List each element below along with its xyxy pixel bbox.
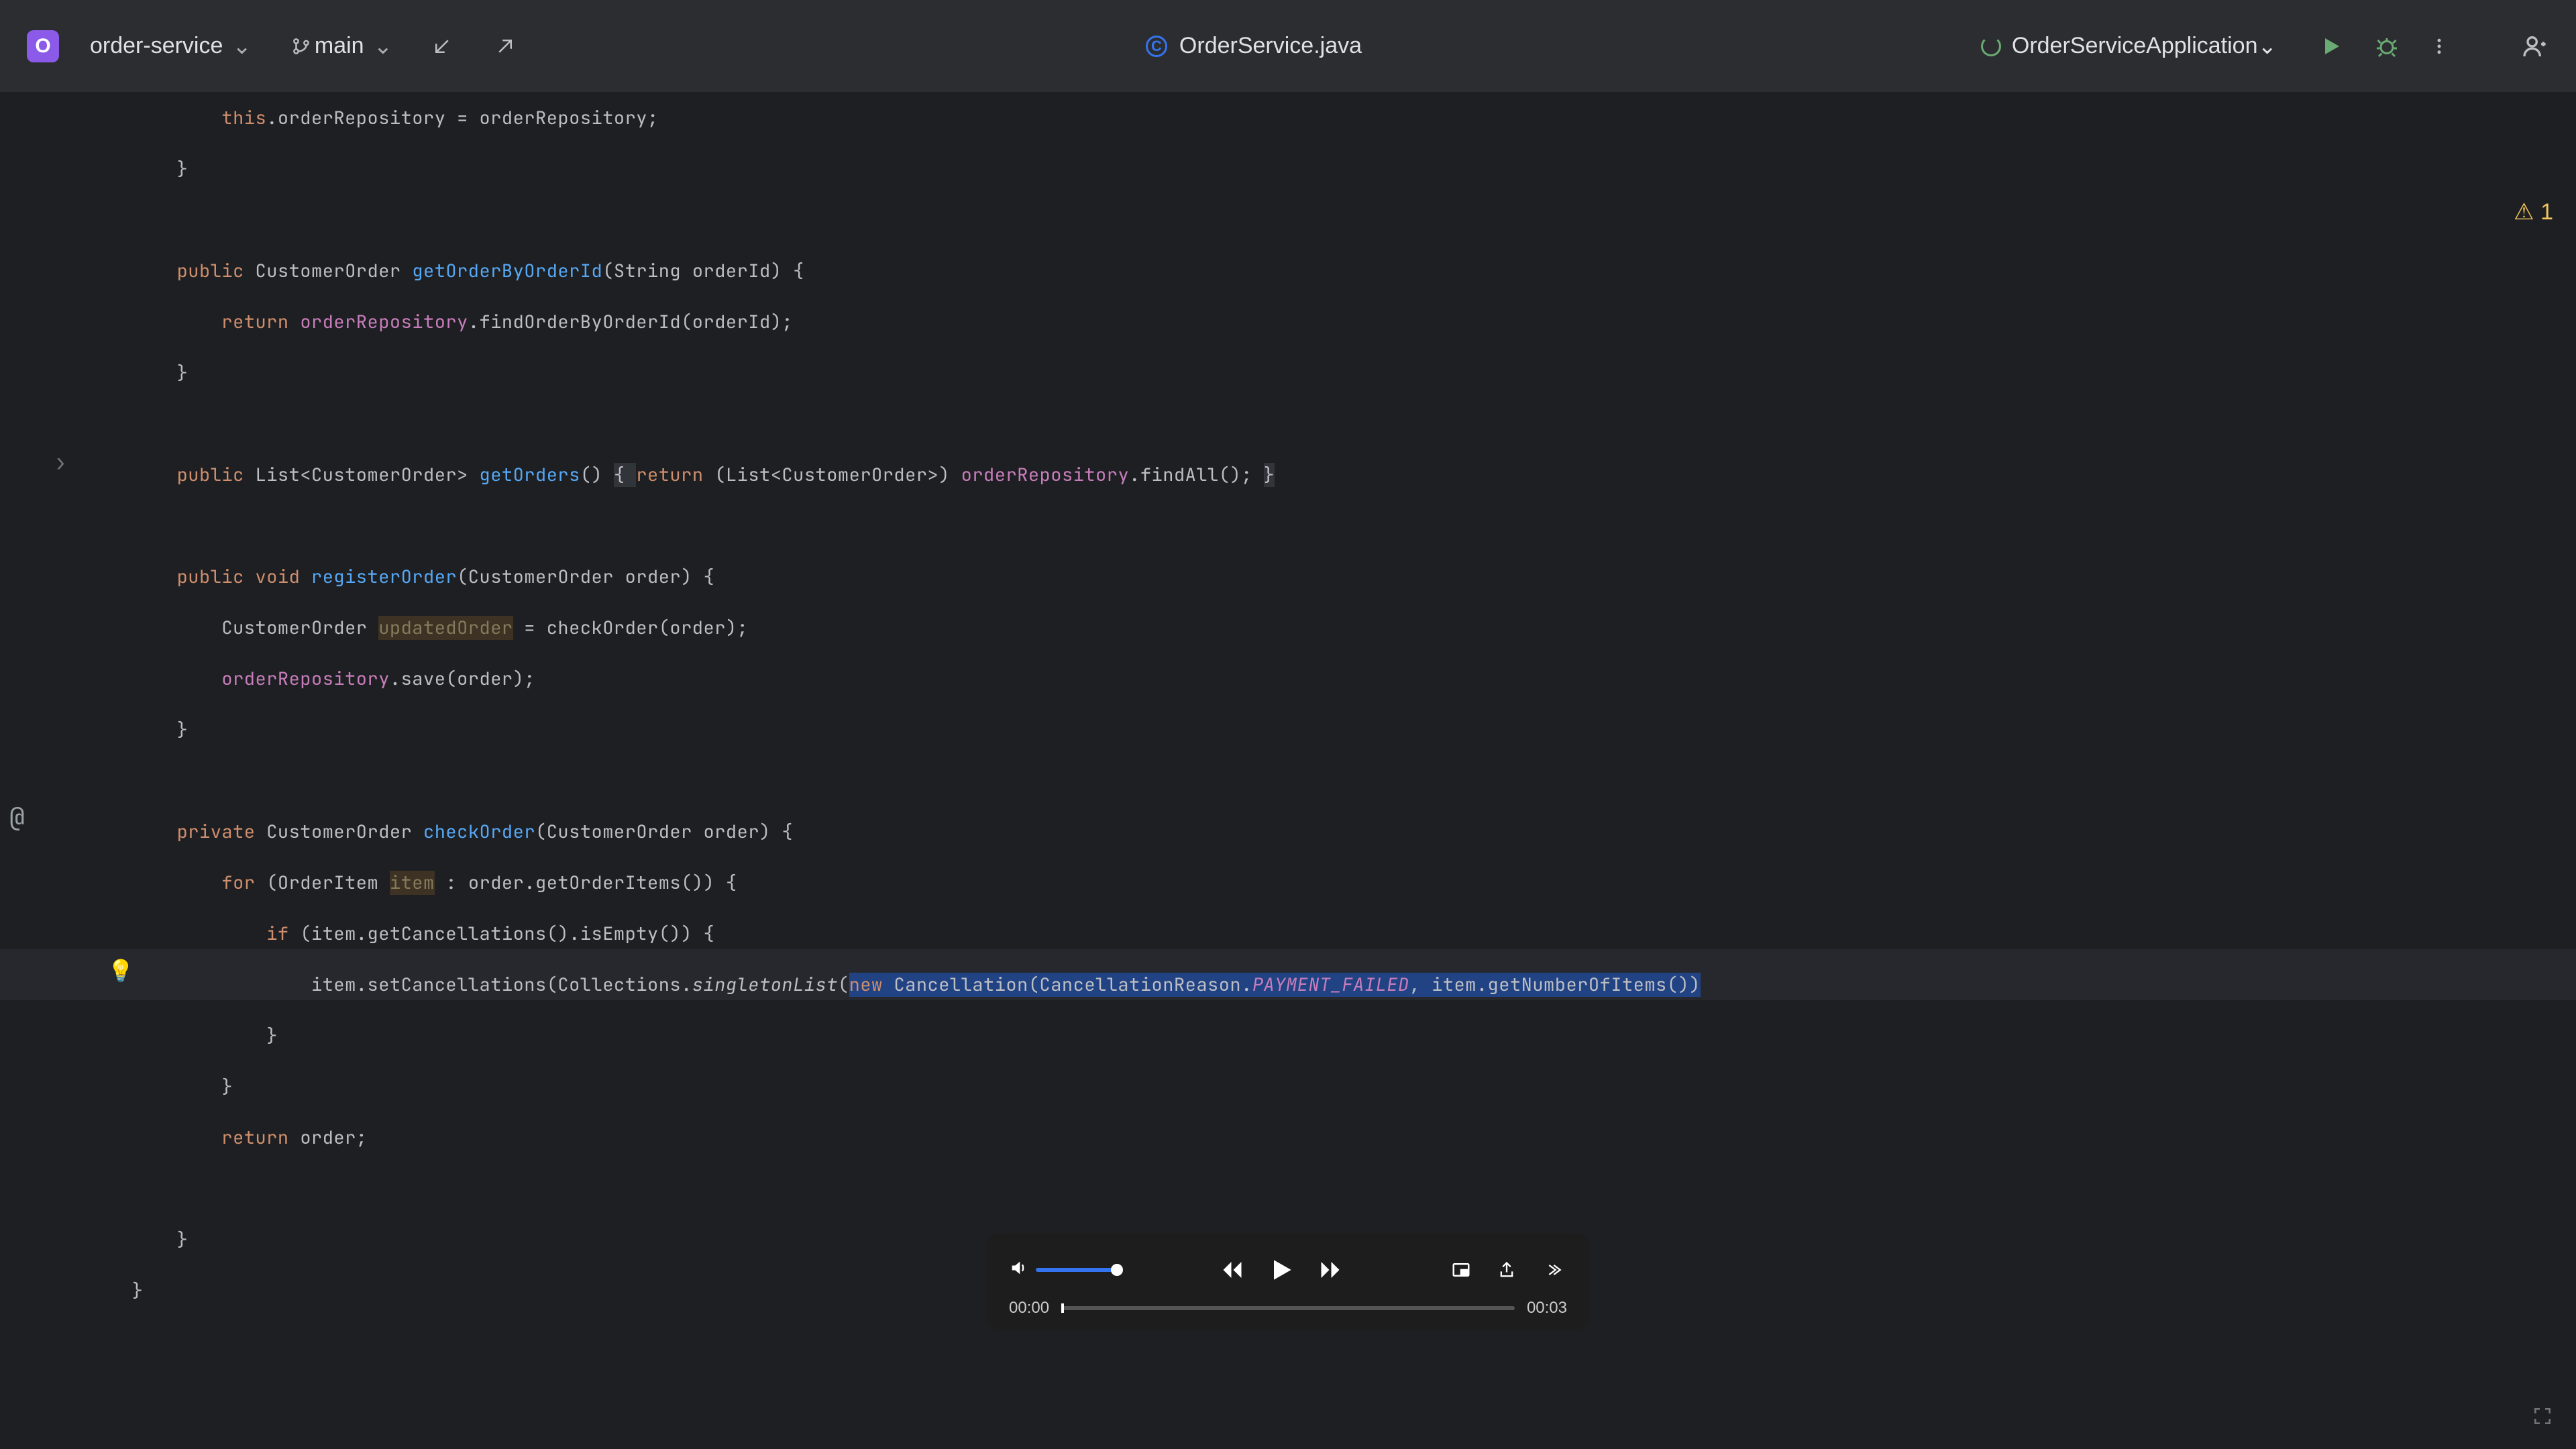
arrow-up-right-icon — [492, 33, 519, 60]
code-token: } — [87, 1228, 188, 1252]
code-token: public — [87, 259, 256, 283]
project-badge: O — [27, 30, 59, 62]
code-token: orderRepository — [961, 463, 1130, 487]
time-current: 00:00 — [1009, 1299, 1049, 1318]
play-button[interactable] — [1263, 1252, 1299, 1288]
code-token: this — [87, 106, 266, 130]
code-token: item.getNumberOfItems()) — [1432, 973, 1701, 997]
time-total: 00:03 — [1527, 1299, 1567, 1318]
code-token: } — [1264, 463, 1275, 487]
code-token: , — [1409, 973, 1432, 997]
vcs-branch-icon — [288, 33, 315, 60]
volume-thumb[interactable] — [1111, 1264, 1123, 1276]
code-token: (OrderItem — [266, 871, 390, 895]
chevron-down-icon: ⌄ — [374, 33, 393, 60]
code-token: CustomerOrder — [266, 820, 423, 844]
volume-control[interactable] — [1009, 1258, 1116, 1282]
code-token: return — [87, 310, 300, 334]
project-name: order-service — [90, 33, 223, 59]
code-token: getOrders — [480, 463, 580, 487]
code-token: } — [87, 157, 188, 181]
code-token: } — [87, 1279, 144, 1303]
code-token: singletonList — [692, 973, 838, 997]
code-token: if — [87, 922, 300, 946]
override-marker-icon[interactable]: @ — [9, 800, 25, 834]
code-token: public — [87, 463, 256, 487]
code-token: orderRepository — [221, 667, 390, 691]
code-token: new — [849, 973, 894, 997]
run-button[interactable] — [2313, 28, 2349, 64]
code-token: } — [87, 361, 188, 385]
run-config-name: OrderServiceApplication — [2012, 33, 2258, 59]
code-token: item — [390, 871, 435, 895]
fold-toggle-icon[interactable]: › — [54, 447, 67, 478]
forward-button[interactable] — [1316, 1255, 1345, 1285]
ide-toolbar: O order-service ⌄ main ⌄ OrderService.ja… — [0, 0, 2576, 93]
code-token: } — [87, 1075, 233, 1099]
arrow-down-left-icon — [429, 33, 455, 60]
collab-add-user-button[interactable] — [2520, 32, 2549, 61]
code-token: ( — [838, 973, 849, 997]
running-spinner-icon — [1981, 36, 2001, 56]
vcs-push-button[interactable] — [477, 25, 533, 68]
code-token: (item.getCancellations().isEmpty()) { — [300, 922, 714, 946]
branch-selector[interactable]: main ⌄ — [273, 25, 407, 68]
code-token: return — [636, 463, 714, 487]
code-token: CustomerOrder — [87, 616, 378, 640]
code-token: .orderRepository = orderRepository; — [266, 106, 659, 130]
vcs-update-button[interactable] — [414, 25, 470, 68]
branch-name: main — [315, 33, 364, 59]
fullscreen-icon[interactable] — [2532, 1405, 2553, 1433]
volume-slider[interactable] — [1036, 1268, 1116, 1272]
code-token: public void — [87, 565, 311, 589]
rewind-button[interactable] — [1218, 1255, 1247, 1285]
code-token: (CustomerOrder order) { — [457, 565, 714, 589]
more-button[interactable] — [1538, 1255, 1567, 1285]
share-button[interactable] — [1492, 1255, 1521, 1285]
code-token: for — [87, 871, 266, 895]
open-file-indicator[interactable]: OrderService.java — [540, 33, 1968, 59]
code-token: (List<CustomerOrder>) — [714, 463, 961, 487]
code-token: .save(order); — [390, 667, 535, 691]
code-token: getOrderByOrderId — [412, 259, 602, 283]
code-token: CustomerOrder — [256, 259, 413, 283]
code-token: updatedOrder — [378, 616, 513, 640]
editor-area[interactable]: ⚠ 1 › @ 💡 this.orderRepository = orderRe… — [0, 93, 2576, 1449]
code-token: { — [614, 463, 636, 487]
project-selector[interactable]: order-service ⌄ — [75, 25, 266, 68]
pip-button[interactable] — [1446, 1255, 1476, 1285]
code-token: : order.getOrderItems()) { — [435, 871, 737, 895]
run-config-selector[interactable]: OrderServiceApplication ⌄ — [1968, 26, 2290, 66]
speaker-icon — [1009, 1258, 1028, 1282]
code-token: registerOrder — [311, 565, 457, 589]
code-token: PAYMENT_FAILED — [1252, 973, 1409, 997]
media-controls-overlay: 00:00 00:03 — [986, 1233, 1590, 1330]
code-token: (CustomerOrder order) { — [535, 820, 793, 844]
code-token: (String orderId) { — [602, 259, 804, 283]
code-token: return — [87, 1126, 300, 1150]
more-actions-button[interactable] — [2424, 32, 2454, 61]
code-token: .findAll(); — [1129, 463, 1263, 487]
code-token — [87, 667, 221, 691]
code-token: item.setCancellations(Collections. — [87, 973, 692, 997]
debug-button[interactable] — [2372, 32, 2402, 61]
code-token: } — [87, 1024, 278, 1048]
code-token: = checkOrder(order); — [513, 616, 749, 640]
chevron-down-icon: ⌄ — [2258, 33, 2277, 60]
code-token: private — [87, 820, 266, 844]
code-token: orderRepository — [300, 310, 468, 334]
seek-bar[interactable] — [1061, 1306, 1515, 1310]
code-token: List<CustomerOrder> — [256, 463, 480, 487]
open-file-name: OrderService.java — [1179, 33, 1362, 59]
chevron-down-icon: ⌄ — [232, 33, 252, 60]
seek-position[interactable] — [1061, 1303, 1064, 1313]
code-token: .findOrderByOrderId(orderId); — [468, 310, 793, 334]
code-token: order; — [300, 1126, 367, 1150]
java-class-icon — [1146, 36, 1167, 57]
code-token: () — [580, 463, 614, 487]
code-token: Cancellation(CancellationReason. — [894, 973, 1252, 997]
code-token: } — [87, 718, 188, 742]
code-token: checkOrder — [423, 820, 535, 844]
